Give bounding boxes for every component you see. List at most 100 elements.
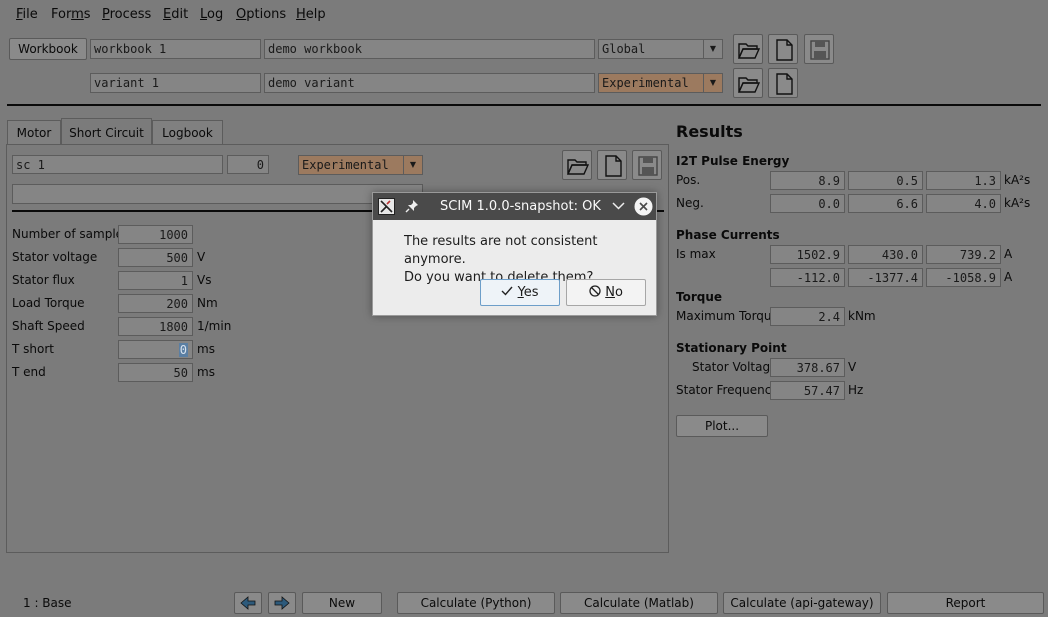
previous-button[interactable] — [234, 592, 262, 614]
tab-motor[interactable]: Motor — [7, 120, 61, 144]
save-icon — [638, 156, 658, 176]
no-button-label: No — [605, 285, 623, 300]
pos-value-3: 1.3 — [926, 171, 1001, 190]
save-icon — [810, 40, 830, 60]
sc-scope-select[interactable]: Experimental ▼ — [298, 155, 423, 175]
new-button[interactable]: New — [302, 592, 382, 614]
param-t-short-input[interactable]: 0 — [118, 340, 193, 359]
menu-log[interactable]: Log — [200, 7, 223, 22]
stator-voltage-label: Stator Voltage — [692, 360, 778, 374]
new-document-icon — [776, 73, 793, 95]
phase-currents-title: Phase Currents — [676, 228, 780, 242]
menu-file[interactable]: File — [16, 7, 38, 22]
param-load-torque-input[interactable]: 200 — [118, 294, 193, 313]
yes-button-label: Yes — [517, 285, 539, 300]
chevron-down-icon: ▼ — [703, 74, 722, 92]
param-t-end-input[interactable]: 50 — [118, 363, 193, 382]
menu-process[interactable]: Process — [102, 7, 151, 22]
sc-name-field[interactable]: sc 1 — [12, 155, 223, 174]
folder-open-icon — [566, 159, 590, 175]
max-torque-label: Maximum Torque — [676, 309, 779, 323]
dialog-titlebar[interactable]: SCIM 1.0.0-snapshot: OK — [373, 193, 656, 220]
param-label-stator-voltage: Stator voltage — [12, 250, 98, 264]
stator-frequency-value: 57.47 — [770, 381, 845, 400]
plot-button[interactable]: Plot... — [676, 415, 768, 437]
ismax-value-4: -112.0 — [770, 268, 845, 287]
report-button[interactable]: Report — [887, 592, 1044, 614]
chevron-down-icon: ▼ — [403, 156, 422, 174]
ismax-value-3: 739.2 — [926, 245, 1001, 264]
results-title: Results — [676, 122, 743, 141]
stator-voltage-unit: V — [848, 360, 857, 374]
dialog-title: SCIM 1.0.0-snapshot: OK — [440, 199, 601, 214]
torque-title: Torque — [676, 290, 723, 304]
tab-logbook[interactable]: Logbook — [152, 120, 223, 144]
neg-value-3: 4.0 — [926, 194, 1001, 213]
variant-name-field[interactable]: variant 1 — [90, 73, 261, 93]
variant-description-field[interactable]: demo variant — [264, 73, 595, 93]
check-icon — [501, 286, 513, 296]
param-unit-load-torque: Nm — [197, 296, 218, 310]
calculate-api-gateway-button[interactable]: Calculate (api-gateway) — [723, 592, 881, 614]
arrow-right-icon — [274, 596, 290, 610]
param-label-shaft-speed: Shaft Speed — [12, 319, 85, 333]
pos-value-2: 0.5 — [848, 171, 923, 190]
menu-forms[interactable]: Forms — [51, 7, 91, 22]
workbook-button[interactable]: Workbook — [9, 38, 87, 60]
menu-options[interactable]: Options — [236, 7, 286, 22]
folder-open-icon — [737, 43, 761, 59]
tab-short-circuit[interactable]: Short Circuit — [61, 118, 152, 145]
workbook-description-field[interactable]: demo workbook — [264, 39, 595, 59]
param-stator-voltage-input[interactable]: 500 — [118, 248, 193, 267]
stator-frequency-unit: Hz — [848, 383, 864, 397]
param-label-samples: Number of samples — [12, 227, 130, 241]
workbook-name-field[interactable]: workbook 1 — [90, 39, 261, 59]
next-button[interactable] — [268, 592, 296, 614]
save-sc-button[interactable] — [632, 150, 662, 180]
param-label-t-end: T end — [12, 365, 46, 379]
new-workbook-button[interactable] — [768, 34, 798, 64]
variant-scope-select[interactable]: Experimental ▼ — [598, 73, 723, 93]
param-unit-t-end: ms — [197, 365, 215, 379]
param-shaft-speed-input[interactable]: 1800 — [118, 317, 193, 336]
sc-comment-field[interactable] — [12, 184, 423, 204]
pos-unit: kA²s — [1004, 173, 1031, 187]
ismax-value-6: -1058.9 — [926, 268, 1001, 287]
yes-button[interactable]: Yes — [480, 279, 560, 306]
new-variant-button[interactable] — [768, 68, 798, 98]
param-stator-flux-input[interactable]: 1 — [118, 271, 193, 290]
header-separator — [7, 104, 1041, 106]
new-document-icon — [776, 39, 793, 61]
ismax-unit-2: A — [1004, 270, 1013, 284]
save-workbook-button[interactable] — [804, 34, 834, 64]
neg-value-1: 0.0 — [770, 194, 845, 213]
new-sc-button[interactable] — [597, 150, 627, 180]
calculate-matlab-button[interactable]: Calculate (Matlab) — [560, 592, 718, 614]
open-sc-button[interactable] — [562, 150, 592, 180]
i2t-section-title: I2T Pulse Energy — [676, 154, 790, 168]
neg-unit: kA²s — [1004, 196, 1031, 210]
no-button[interactable]: No — [566, 279, 646, 306]
ismax-unit-1: A — [1004, 247, 1013, 261]
open-workbook-button[interactable] — [733, 34, 763, 64]
workbook-scope-select[interactable]: Global ▼ — [598, 39, 723, 59]
open-variant-button[interactable] — [733, 68, 763, 98]
param-samples-input[interactable]: 1000 — [118, 225, 193, 244]
neg-label: Neg. — [676, 196, 704, 210]
pin-icon[interactable] — [405, 199, 419, 213]
calculate-python-button[interactable]: Calculate (Python) — [397, 592, 555, 614]
chevron-down-icon[interactable] — [612, 201, 625, 211]
param-unit-stator-voltage: V — [197, 250, 206, 264]
menu-help[interactable]: Help — [296, 7, 326, 22]
menu-edit[interactable]: Edit — [163, 7, 188, 22]
confirm-dialog: SCIM 1.0.0-snapshot: OK The results are … — [372, 192, 657, 316]
neg-value-2: 6.6 — [848, 194, 923, 213]
status-label: 1 : Base — [23, 596, 72, 610]
pos-label: Pos. — [676, 173, 701, 187]
max-torque-unit: kNm — [848, 309, 876, 323]
folder-open-icon — [737, 77, 761, 93]
stator-voltage-value: 378.67 — [770, 358, 845, 377]
close-icon[interactable] — [634, 197, 653, 216]
ismax-label: Is max — [676, 247, 716, 261]
dialog-message-line-1: The results are not consistent anymore. — [404, 234, 598, 267]
